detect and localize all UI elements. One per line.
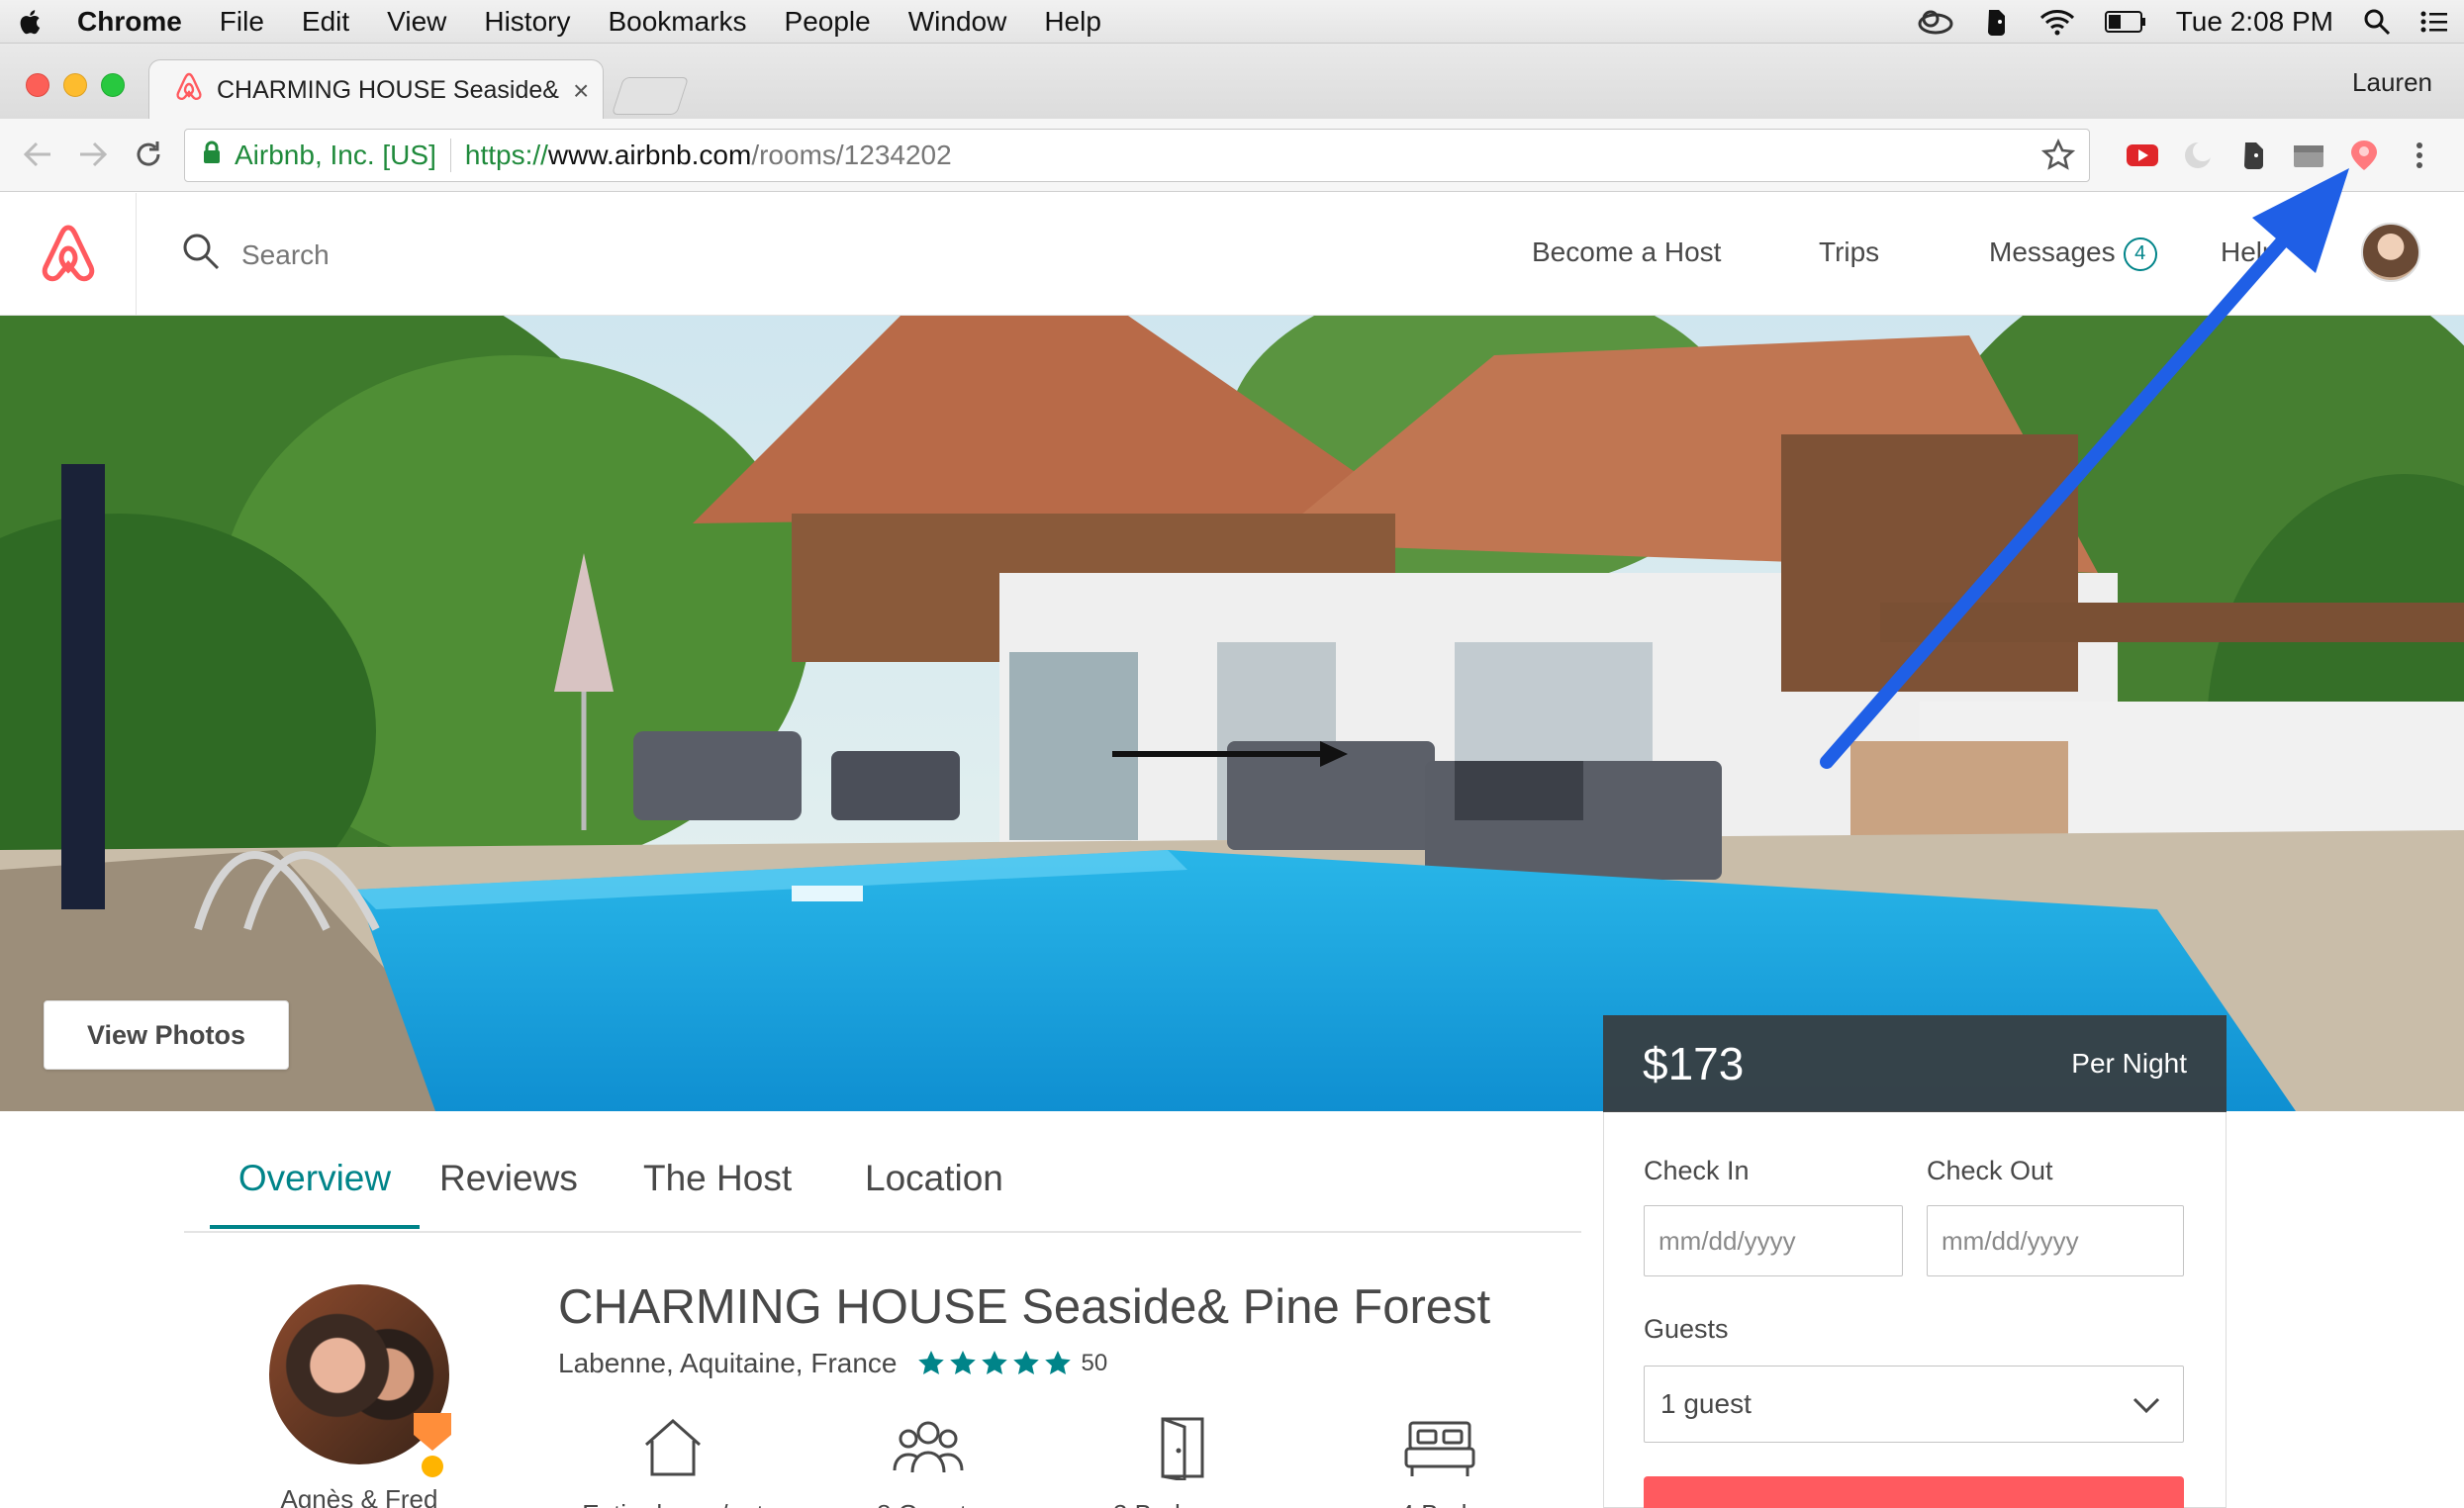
- tab-location[interactable]: Location: [865, 1158, 1003, 1225]
- menu-app-name[interactable]: Chrome: [77, 6, 182, 38]
- price-bar: $173 Per Night: [1603, 1015, 2227, 1112]
- nav-messages[interactable]: Messages 4: [1989, 236, 2157, 271]
- user-avatar[interactable]: [2361, 223, 2420, 282]
- amenity-label: 4 Beds: [1400, 1499, 1480, 1508]
- view-photos-button[interactable]: View Photos: [44, 1000, 289, 1070]
- listing-location[interactable]: Labenne, Aquitaine, France: [558, 1348, 897, 1379]
- messages-count-badge: 4: [2123, 236, 2157, 271]
- chrome-menu-icon[interactable]: [2403, 139, 2436, 172]
- bookmark-star-icon[interactable]: [2040, 138, 2076, 179]
- booking-widget: Check In Check Out mm/dd/yyyy mm/dd/yyyy…: [1603, 1112, 2227, 1508]
- profile-name[interactable]: Lauren: [2352, 67, 2432, 98]
- header-search[interactable]: Search: [182, 233, 330, 277]
- window-zoom-button[interactable]: [101, 73, 125, 97]
- menu-help[interactable]: Help: [1044, 6, 1101, 38]
- amenity-entire-home: Entire home/apt: [572, 1415, 774, 1508]
- nav-help[interactable]: Help: [2221, 236, 2278, 268]
- menubar-clock[interactable]: Tue 2:08 PM: [2176, 6, 2333, 38]
- nav-trips[interactable]: Trips: [1819, 236, 1879, 268]
- guests-select[interactable]: 1 guest: [1644, 1366, 2184, 1443]
- menu-bookmarks[interactable]: Bookmarks: [608, 6, 746, 38]
- search-placeholder: Search: [241, 238, 330, 270]
- browser-toolbar: Airbnb, Inc. [US] https:// www.airbnb.co…: [0, 119, 2464, 192]
- tab-reviews[interactable]: Reviews: [439, 1158, 578, 1225]
- address-bar[interactable]: Airbnb, Inc. [US] https:// www.airbnb.co…: [184, 129, 2090, 182]
- secure-lock-icon[interactable]: [203, 140, 221, 171]
- back-arrow-icon[interactable]: [18, 135, 57, 174]
- request-to-book-button[interactable]: [1644, 1476, 2184, 1508]
- nav-become-host[interactable]: Become a Host: [1532, 236, 1721, 268]
- macos-menu-bar: Chrome File Edit View History Bookmarks …: [0, 0, 2464, 44]
- airbnb-favicon-icon: [175, 72, 203, 109]
- tab-overview[interactable]: Overview: [210, 1158, 420, 1229]
- spotlight-search-icon[interactable]: [2363, 8, 2391, 36]
- guests-label: Guests: [1644, 1314, 1729, 1344]
- rating-stars[interactable]: 50: [916, 1349, 1107, 1378]
- evernote-extension-icon[interactable]: [2236, 139, 2270, 172]
- amenity-label: 3 Bedrooms: [1113, 1499, 1252, 1508]
- menu-history[interactable]: History: [484, 6, 570, 38]
- listing-location-row: Labenne, Aquitaine, France 50: [558, 1348, 1107, 1379]
- check-out-label: Check Out: [1927, 1156, 2053, 1185]
- url-path: /rooms/1234202: [751, 140, 952, 170]
- door-icon: [1155, 1415, 1210, 1485]
- nightly-price: $173: [1643, 1038, 1745, 1089]
- listing-title: CHARMING HOUSE Seaside& Pine Forest: [558, 1280, 1491, 1334]
- menu-edit[interactable]: Edit: [302, 6, 349, 38]
- review-count: 50: [1081, 1350, 1108, 1376]
- notification-center-icon[interactable]: [2420, 10, 2448, 34]
- bed-icon: [1404, 1415, 1475, 1485]
- check-in-field[interactable]: mm/dd/yyyy: [1644, 1205, 1903, 1276]
- tab-title: CHARMING HOUSE Seaside& Pine Forest: [217, 76, 563, 104]
- apple-menu-icon[interactable]: [0, 7, 61, 37]
- search-icon: [182, 233, 220, 277]
- guests-value: 1 guest: [1660, 1388, 1752, 1419]
- amenity-beds: 4 Beds: [1385, 1415, 1494, 1508]
- browser-tab-active[interactable]: CHARMING HOUSE Seaside& Pine Forest ×: [148, 59, 604, 121]
- forward-arrow-icon[interactable]: [73, 135, 113, 174]
- url-scheme: https://: [464, 140, 548, 170]
- window-close-button[interactable]: [26, 73, 49, 97]
- extension-box-icon[interactable]: [2292, 139, 2325, 172]
- per-night-label: Per Night: [2071, 1048, 2187, 1079]
- tab-the-host[interactable]: The Host: [643, 1158, 792, 1225]
- menu-file[interactable]: File: [220, 6, 264, 38]
- window-minimize-button[interactable]: [63, 73, 87, 97]
- menu-window[interactable]: Window: [908, 6, 1007, 38]
- listing-hero-photo[interactable]: [0, 316, 2464, 1111]
- check-out-field[interactable]: mm/dd/yyyy: [1927, 1205, 2184, 1276]
- host-name[interactable]: Agnès & Fred: [269, 1484, 449, 1508]
- nav-messages-label: Messages: [1989, 236, 2116, 267]
- wifi-icon[interactable]: [2039, 8, 2075, 36]
- airbnb-logo-icon[interactable]: [0, 193, 137, 316]
- amenity-bedrooms: 3 Bedrooms: [1094, 1415, 1271, 1508]
- guests-icon: [893, 1415, 964, 1485]
- youtube-extension-icon[interactable]: [2126, 139, 2159, 172]
- listing-tabs: Overview Reviews The Host Location: [184, 1148, 1581, 1233]
- url-host: www.airbnb.com: [547, 140, 752, 170]
- superhost-badge-icon: [410, 1411, 455, 1485]
- reload-icon[interactable]: [129, 135, 168, 174]
- battery-icon[interactable]: [2104, 11, 2146, 33]
- amenity-label: Entire home/apt: [582, 1499, 764, 1508]
- ev-certificate-label[interactable]: Airbnb, Inc. [US]: [235, 140, 436, 171]
- menu-view[interactable]: View: [387, 6, 446, 38]
- check-in-label: Check In: [1644, 1156, 1750, 1185]
- home-icon: [640, 1415, 706, 1485]
- airbnb-header: Search Become a Host Trips Messages 4 Hel…: [0, 193, 2464, 316]
- creative-cloud-icon[interactable]: [1917, 9, 1954, 35]
- airbnb-extension-pin-icon[interactable]: [2347, 139, 2381, 172]
- new-tab-button[interactable]: [611, 77, 690, 115]
- tab-close-icon[interactable]: ×: [573, 75, 589, 107]
- evernote-icon[interactable]: [1984, 7, 2010, 37]
- menu-people[interactable]: People: [785, 6, 871, 38]
- extension-moon-icon[interactable]: [2181, 139, 2215, 172]
- chevron-down-icon: [2132, 1390, 2161, 1422]
- amenity-guests: 8 Guests: [831, 1415, 1025, 1508]
- amenity-label: 8 Guests: [877, 1499, 980, 1508]
- browser-tab-strip: CHARMING HOUSE Seaside& Pine Forest × La…: [0, 44, 2464, 121]
